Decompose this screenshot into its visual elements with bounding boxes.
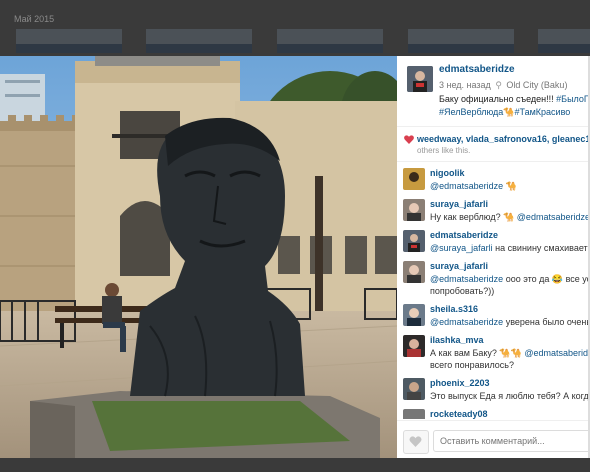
comment-mention[interactable]: @edmatsaberidze bbox=[430, 274, 503, 284]
comment-item: phoenix_2203 Это выпуск Еда я люблю тебя… bbox=[397, 374, 590, 408]
comment-username[interactable]: ilashka_mva bbox=[430, 335, 484, 345]
comment-item: suraya_jafarli Ну как верблюд? 🐪 @edmats… bbox=[397, 195, 590, 229]
comment-text-continued: всего понравилось? bbox=[430, 360, 514, 370]
comment-mention[interactable]: @edmatsaberidze bbox=[430, 317, 503, 327]
comment-mention[interactable]: @suraya_jafarli bbox=[430, 243, 493, 253]
post-photo[interactable] bbox=[0, 56, 397, 458]
post-modal: edmatsaberidze 3 нед. назад ⚲ Old City (… bbox=[0, 56, 590, 458]
heart-icon bbox=[404, 135, 414, 144]
comment-username[interactable]: rocketeady08 bbox=[430, 409, 488, 419]
comment-text: А как вам Баку? 🐪🐪 @edmatsaberidze чт bbox=[430, 347, 590, 359]
heart-icon bbox=[409, 436, 422, 447]
comment-username[interactable]: sheila.s316 bbox=[430, 304, 478, 314]
commenter-avatar[interactable] bbox=[403, 168, 425, 190]
comment-mention[interactable]: @edmatsaberidze bbox=[430, 181, 503, 191]
commenter-avatar[interactable] bbox=[403, 230, 425, 252]
background-thumbnail[interactable] bbox=[408, 29, 514, 53]
post-details-panel: edmatsaberidze 3 нед. назад ⚲ Old City (… bbox=[397, 56, 590, 458]
comment-item: nigoolik @edmatsaberidze 🐪 bbox=[397, 164, 590, 198]
post-caption: Баку официально съеден!!! #БылоП #ЯелВер… bbox=[439, 93, 590, 119]
commenter-avatar[interactable] bbox=[403, 335, 425, 357]
caption-hashtags[interactable]: #ЯелВерблюда🐪#ТамКрасиво bbox=[439, 107, 570, 117]
commenter-avatar[interactable] bbox=[403, 378, 425, 400]
month-label: Май 2015 bbox=[14, 14, 55, 24]
commenter-avatar[interactable] bbox=[403, 304, 425, 326]
comment-username[interactable]: suraya_jafarli bbox=[430, 199, 488, 209]
post-time[interactable]: 3 нед. назад bbox=[439, 80, 491, 90]
background-thumbnail[interactable] bbox=[538, 29, 590, 53]
comment-text: @edmatsaberidze 🐪 bbox=[430, 181, 517, 191]
background-thumbnail[interactable] bbox=[277, 29, 383, 53]
comment-text: @edmatsaberidze ооо это да 😂 все уст bbox=[430, 274, 590, 284]
comment-text-continued: попробовать?)) bbox=[430, 286, 495, 296]
comment-username[interactable]: suraya_jafarli bbox=[430, 261, 488, 271]
commenter-avatar[interactable] bbox=[403, 261, 425, 283]
comment-item: rocketeady08 bbox=[397, 405, 590, 419]
commenter-avatar[interactable] bbox=[403, 199, 425, 221]
comment-text: @suraya_jafarli на свинину смахивает bbox=[430, 243, 588, 253]
likes-section: weedwaay, vlada_safronova16, gleanec19 o… bbox=[397, 127, 590, 162]
comment-username[interactable]: phoenix_2203 bbox=[430, 378, 490, 388]
caption-text: Баку официально съеден!!! bbox=[439, 94, 557, 104]
commenter-avatar[interactable] bbox=[403, 409, 425, 419]
likers-list[interactable]: weedwaay, vlada_safronova16, gleanec19 bbox=[417, 134, 590, 144]
comment-text: Это выпуск Еда я люблю тебя? А когд bbox=[430, 391, 589, 401]
comment-mention[interactable]: @edmatsaberidze bbox=[517, 212, 590, 222]
comments-list[interactable]: nigoolik @edmatsaberidze 🐪 suraya_jafarl… bbox=[397, 164, 590, 419]
post-footer bbox=[397, 420, 590, 458]
comment-text: Ну как верблюд? 🐪 @edmatsaberidze bbox=[430, 212, 590, 222]
comment-input[interactable] bbox=[433, 430, 590, 452]
post-location[interactable]: Old City (Baku) bbox=[506, 80, 567, 90]
background-thumbnail[interactable] bbox=[16, 29, 122, 53]
comment-item: ilashka_mva А как вам Баку? 🐪🐪 @edmatsab… bbox=[397, 331, 590, 375]
comment-item: edmatsaberidze @suraya_jafarli на свинин… bbox=[397, 226, 590, 260]
like-button[interactable] bbox=[403, 430, 429, 454]
comment-username[interactable]: nigoolik bbox=[430, 168, 465, 178]
comment-mention[interactable]: @edmatsaberidze bbox=[524, 348, 590, 358]
likers-others: others like this. bbox=[417, 146, 471, 155]
owner-username[interactable]: edmatsaberidze bbox=[439, 64, 515, 75]
comment-text: @edmatsaberidze уверена было очень bbox=[430, 317, 590, 327]
post-header: edmatsaberidze 3 нед. назад ⚲ Old City (… bbox=[397, 56, 590, 127]
comment-username[interactable]: edmatsaberidze bbox=[430, 230, 498, 240]
comment-item: sheila.s316 @edmatsaberidze уверена было… bbox=[397, 300, 590, 334]
owner-avatar[interactable] bbox=[407, 66, 433, 92]
post-meta: 3 нед. назад ⚲ Old City (Baku) bbox=[439, 80, 567, 91]
caption-hashtag[interactable]: #БылоП bbox=[556, 94, 590, 104]
background-thumbnail[interactable] bbox=[146, 29, 252, 53]
comment-item: suraya_jafarli @edmatsaberidze ооо это д… bbox=[397, 257, 590, 301]
pin-icon: ⚲ bbox=[495, 80, 502, 90]
